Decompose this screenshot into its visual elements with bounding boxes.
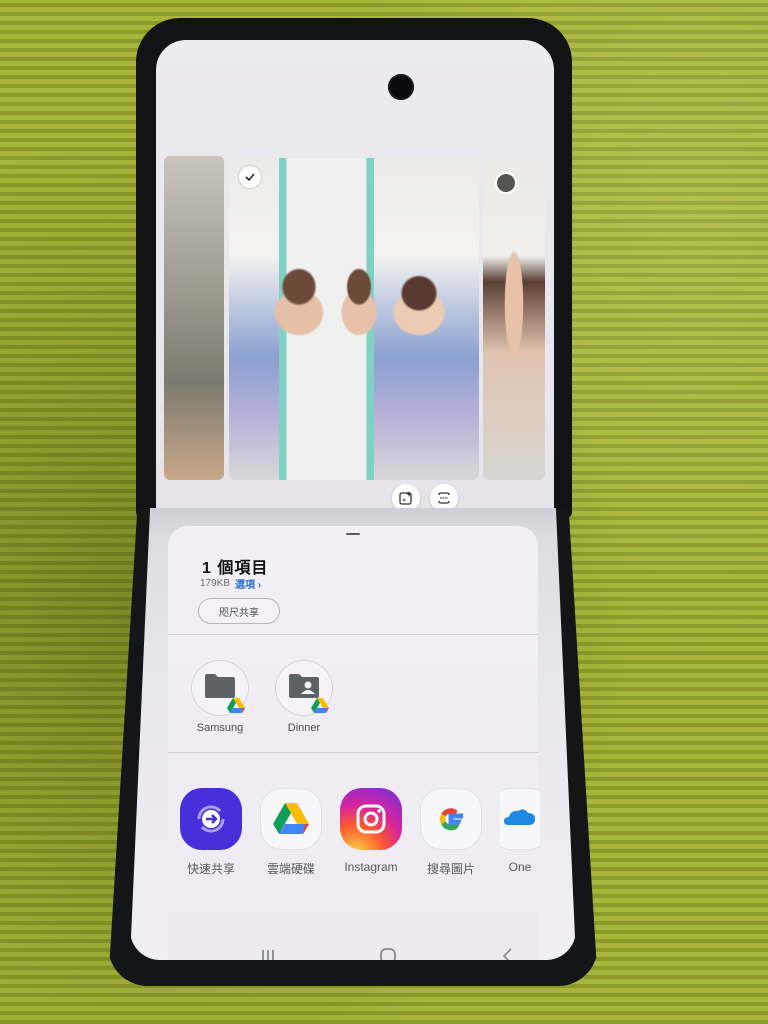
options-link[interactable]: 選項 › xyxy=(235,576,261,591)
onedrive-icon xyxy=(500,788,540,850)
photo-thumbnail-next[interactable] xyxy=(483,160,545,480)
photo-thumbnail-selected[interactable] xyxy=(229,158,479,480)
google-drive-icon xyxy=(227,698,245,713)
unselected-radio-icon[interactable] xyxy=(495,172,517,194)
navigation-bar xyxy=(208,936,568,960)
direct-share-row: Samsung Dinner xyxy=(190,660,334,734)
file-meta: 179KB 選項 › xyxy=(200,576,261,591)
app-label: 搜尋圖片 xyxy=(426,862,475,876)
flip-phone: 1 個項目 179KB 選項 › 咫尺共享 Samsung Dinner 快速共… xyxy=(108,18,598,986)
share-sheet: 1 個項目 179KB 選項 › 咫尺共享 Samsung Dinner 快速共… xyxy=(168,526,540,960)
app-label: Instagram xyxy=(344,860,398,874)
quick-share-icon xyxy=(180,788,242,850)
divider xyxy=(168,752,538,753)
item-count-title: 1 個項目 xyxy=(202,560,269,577)
screen-bottom: 1 個項目 179KB 選項 › 咫尺共享 Samsung Dinner 快速共… xyxy=(130,508,576,960)
google-icon xyxy=(420,788,482,850)
back-icon xyxy=(502,948,512,960)
recents-icon xyxy=(262,950,274,960)
app-onedrive[interactable]: One xyxy=(500,788,540,877)
direct-share-label: Dinner xyxy=(287,722,321,734)
google-drive-icon xyxy=(311,698,329,713)
app-quick-share[interactable]: 快速共享 xyxy=(180,788,242,877)
google-drive-icon xyxy=(260,788,322,850)
edit-button[interactable] xyxy=(392,484,420,512)
options-link-label: 選項 xyxy=(235,580,256,591)
share-apps-row: 快速共享 雲端硬碟 Instagram 搜尋圖片 One xyxy=(180,788,540,877)
app-label: One xyxy=(508,860,532,874)
front-camera xyxy=(388,74,414,100)
instagram-icon xyxy=(340,788,402,850)
chevron-right-icon: › xyxy=(257,580,262,591)
direct-share-label: Samsung xyxy=(196,722,244,734)
nearby-share-button[interactable]: 咫尺共享 xyxy=(198,598,280,624)
app-google-search-image[interactable]: 搜尋圖片 xyxy=(420,788,482,877)
text-extract-button[interactable] xyxy=(430,484,458,512)
direct-share-avatar xyxy=(275,660,333,716)
photo-thumbnail-previous[interactable] xyxy=(164,156,224,480)
app-label: 快速共享 xyxy=(186,862,235,876)
app-instagram[interactable]: Instagram xyxy=(340,788,402,877)
direct-share-avatar xyxy=(191,660,249,716)
photo-preview-strip[interactable] xyxy=(160,156,550,480)
home-icon xyxy=(380,948,396,960)
home-button[interactable] xyxy=(368,941,408,960)
photo-actions xyxy=(392,484,458,512)
recents-button[interactable] xyxy=(248,941,288,960)
divider xyxy=(168,634,538,635)
app-label: 雲端硬碟 xyxy=(266,862,315,876)
direct-share-samsung[interactable]: Samsung xyxy=(190,660,250,734)
sparkle-edit-icon xyxy=(399,491,412,505)
drag-handle[interactable] xyxy=(346,533,360,535)
scan-text-icon xyxy=(438,492,450,504)
back-button[interactable] xyxy=(488,941,528,960)
app-google-drive[interactable]: 雲端硬碟 xyxy=(260,788,322,877)
direct-share-dinner[interactable]: Dinner xyxy=(274,660,334,734)
file-size: 179KB xyxy=(200,578,231,589)
selected-check-icon[interactable] xyxy=(239,166,261,188)
